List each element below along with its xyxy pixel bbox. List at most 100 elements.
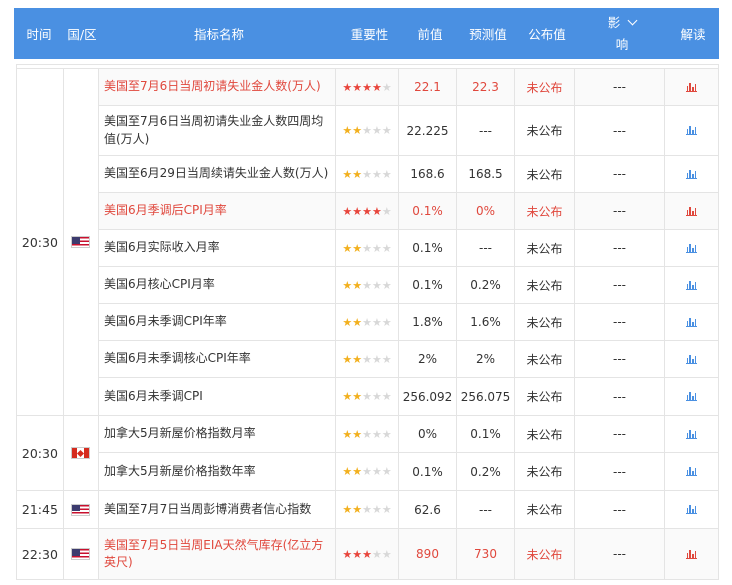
chart-icon-bar [686, 320, 689, 326]
indicator-name[interactable]: 美国至7月6日当周初请失业金人数(万人) [99, 69, 336, 105]
previous-value: 22.225 [399, 106, 457, 155]
bar-chart-icon[interactable] [685, 280, 698, 290]
calendar-table-header: 时间 国/区 指标名称 重要性 前值 预测值 公布值 影 响 解读 [14, 8, 719, 59]
header-interpret: 解读 [680, 27, 706, 42]
table-row: 美国6月未季调CPI ★ ★ ★ ★ ★ 256.092 256.075 未公布 --- [99, 378, 718, 415]
star-empty-icon: ★ [362, 390, 372, 403]
star-filled-icon: ★ [352, 278, 363, 292]
event-rows: 美国至7月6日当周初请失业金人数(万人) ★ ★ ★ ★ ★ 22.1 22.3 未公布 --- 美… [99, 69, 718, 415]
indicator-name[interactable]: 美国至7月6日当周初请失业金人数四周均值(万人) [99, 106, 336, 155]
indicator-name[interactable]: 加拿大5月新屋价格指数年率 [99, 453, 336, 490]
actual-value: 未公布 [515, 341, 575, 377]
bar-chart-icon[interactable] [685, 505, 698, 514]
star-filled-icon: ★ [362, 80, 372, 94]
bar-chart-icon[interactable] [685, 549, 698, 559]
importance-stars: ★ ★ ★ ★ ★ [336, 453, 399, 490]
indicator-name[interactable]: 美国6月核心CPI月率 [99, 267, 336, 303]
previous-value: 0% [399, 416, 457, 452]
interpret-cell[interactable] [665, 230, 718, 266]
interpret-cell[interactable] [665, 416, 718, 452]
interpret-cell[interactable] [665, 193, 718, 229]
interpret-cell[interactable] [665, 529, 718, 579]
indicator-name[interactable]: 美国至7月7日当周彭博消费者信心指数 [99, 491, 336, 528]
bar-chart-icon[interactable] [685, 354, 698, 364]
event-group: 21:45 美国至7月7日当周彭博消费者信心指数 ★ ★ ★ ★ ★ 62.6 --- 未公布 --… [16, 491, 719, 529]
interpret-cell[interactable] [665, 69, 718, 105]
impact-filter-button[interactable]: 影 响 [577, 8, 667, 59]
bar-chart-icon[interactable] [685, 126, 698, 135]
chart-icon-bar [689, 243, 691, 252]
indicator-name[interactable]: 美国至6月29日当周续请失业金人数(万人) [99, 156, 336, 192]
interpret-cell[interactable] [665, 491, 718, 528]
star-empty-icon: ★ [371, 547, 382, 561]
star-empty-icon: ★ [362, 278, 372, 292]
table-row: 美国6月实际收入月率 ★ ★ ★ ★ ★ 0.1% --- 未公布 --- [99, 230, 718, 267]
interpret-cell[interactable] [665, 378, 718, 415]
bar-chart-icon[interactable] [685, 317, 698, 327]
bar-chart-icon[interactable] [685, 467, 698, 476]
bar-chart-icon[interactable] [685, 169, 698, 179]
table-row: 美国至7月6日当周初请失业金人数(万人) ★ ★ ★ ★ ★ 22.1 22.3 未公布 --- [99, 69, 718, 106]
interpret-cell[interactable] [665, 453, 718, 490]
star-empty-icon: ★ [381, 241, 392, 255]
interpret-cell[interactable] [665, 304, 718, 340]
interpret-cell[interactable] [665, 156, 718, 192]
actual-value: 未公布 [515, 69, 575, 105]
indicator-name[interactable]: 美国至7月5日当周EIA天然气库存(亿立方英尺) [99, 529, 336, 579]
star-rating: ★ ★ ★ ★ ★ [342, 82, 391, 93]
header-impact-line2: 响 [615, 36, 629, 52]
chart-icon-bar [694, 83, 697, 91]
chart-icon-bar [689, 392, 691, 400]
bar-chart-icon[interactable] [685, 392, 698, 401]
star-filled-icon: ★ [352, 80, 363, 94]
star-filled-icon: ★ [342, 547, 353, 561]
star-rating: ★ ★ ★ ★ ★ [342, 549, 391, 560]
chart-icon-bar [694, 430, 697, 438]
indicator-name[interactable]: 美国6月未季调核心CPI年率 [99, 341, 336, 377]
star-filled-icon: ★ [371, 204, 382, 218]
impact-value: --- [575, 341, 665, 377]
actual-value: 未公布 [515, 453, 575, 490]
forecast-value: --- [457, 491, 515, 528]
star-empty-icon: ★ [381, 315, 392, 329]
chart-icon-bar [694, 318, 697, 326]
bar-chart-icon[interactable] [685, 243, 698, 253]
star-filled-icon: ★ [352, 167, 363, 181]
chart-icon-bar [692, 130, 694, 134]
star-empty-icon: ★ [381, 352, 392, 366]
actual-value: 未公布 [515, 491, 575, 528]
interpret-cell[interactable] [665, 267, 718, 303]
chart-icon-bar [686, 209, 689, 215]
previous-value: 256.092 [399, 378, 457, 415]
actual-value: 未公布 [515, 529, 575, 579]
star-filled-icon: ★ [352, 547, 363, 561]
interpret-cell[interactable] [665, 341, 718, 377]
star-empty-icon: ★ [371, 427, 382, 441]
event-time: 20:30 [17, 69, 64, 415]
chart-icon-bar [686, 85, 689, 91]
star-empty-icon: ★ [381, 80, 392, 94]
forecast-value: --- [457, 230, 515, 266]
indicator-name[interactable]: 美国6月未季调CPI年率 [99, 304, 336, 340]
indicator-name[interactable]: 美国6月实际收入月率 [99, 230, 336, 266]
previous-value: 0.1% [399, 230, 457, 266]
country-cell [64, 491, 99, 528]
chart-icon-bar [689, 505, 691, 513]
importance-stars: ★ ★ ★ ★ ★ [336, 491, 399, 528]
chart-icon-bar [689, 126, 691, 134]
table-row: 加拿大5月新屋价格指数年率 ★ ★ ★ ★ ★ 0.1% 0.2% 未公布 --- [99, 453, 718, 490]
bar-chart-icon[interactable] [685, 429, 698, 439]
bar-chart-icon[interactable] [685, 206, 698, 216]
star-filled-icon: ★ [342, 80, 353, 94]
indicator-name[interactable]: 美国6月季调后CPI月率 [99, 193, 336, 229]
star-rating: ★ ★ ★ ★ ★ [342, 391, 391, 402]
star-filled-icon: ★ [352, 315, 363, 329]
star-empty-icon: ★ [381, 465, 392, 478]
flag-bar [84, 448, 90, 458]
bar-chart-icon[interactable] [685, 82, 698, 92]
indicator-name[interactable]: 加拿大5月新屋价格指数月率 [99, 416, 336, 452]
interpret-cell[interactable] [665, 106, 718, 155]
chevron-down-icon[interactable] [627, 15, 638, 26]
event-time: 20:30 [17, 416, 64, 490]
indicator-name[interactable]: 美国6月未季调CPI [99, 378, 336, 415]
